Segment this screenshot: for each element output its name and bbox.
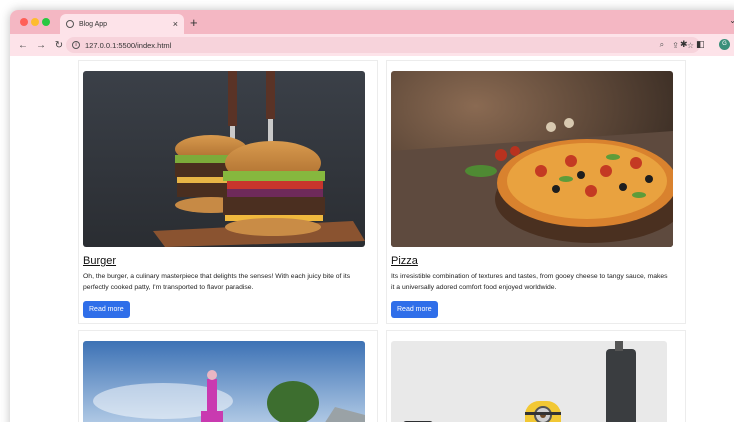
post-title[interactable]: Burger <box>83 255 116 267</box>
zoom-icon[interactable]: ⌕ <box>660 40 664 50</box>
new-tab-button[interactable]: + <box>190 15 198 30</box>
post-card-fitness <box>386 330 686 422</box>
post-card-burger: Burger Oh, the burger, a culinary master… <box>78 60 378 324</box>
extensions-puzzle-icon[interactable]: ✱ <box>680 39 688 50</box>
globe-icon <box>66 20 74 28</box>
post-title[interactable]: Pizza <box>391 255 418 267</box>
url-text: 127.0.0.1:5500/index.html <box>85 40 172 50</box>
browser-window: Blog App × + ⌄ ← → ↻ i 127.0.0.1:5500/in… <box>10 10 734 422</box>
maximize-window-button[interactable] <box>42 18 50 26</box>
site-info-icon[interactable]: i <box>72 41 80 49</box>
tab-strip: Blog App × + ⌄ <box>10 10 734 34</box>
side-panel-icon[interactable]: ◧ <box>696 39 705 50</box>
bookmark-star-icon[interactable]: ☆ <box>687 41 694 50</box>
fitness-image <box>391 341 667 422</box>
minimize-window-button[interactable] <box>31 18 39 26</box>
address-bar[interactable]: i 127.0.0.1:5500/index.html ⌕ ⇪ ☆ <box>66 37 700 53</box>
post-card-pizza: Pizza Its irresistible combination of te… <box>386 60 686 324</box>
pizza-image <box>391 71 673 247</box>
close-tab-icon[interactable]: × <box>173 19 178 29</box>
share-icon[interactable]: ⇪ <box>672 41 679 50</box>
reload-icon[interactable]: ↻ <box>54 40 64 51</box>
page-content: Burger Oh, the burger, a culinary master… <box>10 56 734 422</box>
profile-avatar[interactable]: G <box>719 39 730 50</box>
read-more-button[interactable]: Read more <box>83 301 130 318</box>
burger-image <box>83 71 365 247</box>
back-icon[interactable]: ← <box>18 40 28 51</box>
read-more-button[interactable]: Read more <box>391 301 438 318</box>
browser-toolbar: ← → ↻ i 127.0.0.1:5500/index.html ⌕ ⇪ ☆ … <box>10 34 734 56</box>
close-window-button[interactable] <box>20 18 28 26</box>
post-excerpt: Oh, the burger, a culinary masterpiece t… <box>83 273 351 291</box>
tab-search-icon[interactable]: ⌄ <box>729 16 734 25</box>
post-card-yoga <box>78 330 378 422</box>
post-excerpt: Its irresistible combination of textures… <box>391 273 668 291</box>
tab-title: Blog App <box>79 20 108 28</box>
yoga-image <box>83 341 365 422</box>
tab-blog-app[interactable]: Blog App × <box>60 14 184 34</box>
forward-icon[interactable]: → <box>36 40 46 51</box>
